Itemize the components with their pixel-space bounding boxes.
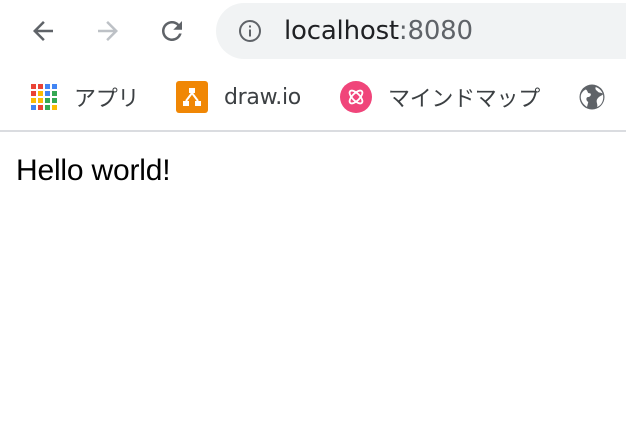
bookmark-mindmap[interactable]: マインドマップ	[340, 81, 540, 113]
arrow-left-icon	[33, 21, 53, 41]
arrow-right-icon	[98, 21, 118, 41]
mindmap-icon	[340, 81, 372, 113]
address-bar[interactable]: localhost:8080	[216, 3, 626, 59]
bookmark-drawio[interactable]: draw.io	[176, 81, 301, 113]
url-host: localhost	[284, 16, 399, 46]
bookmark-apps[interactable]: アプリ	[30, 81, 139, 113]
globe-icon	[579, 84, 605, 110]
bookmark-label: マインドマップ	[388, 87, 540, 112]
bookmark-label: draw.io	[224, 84, 301, 110]
drawio-icon	[176, 81, 208, 113]
bookmark-label: アプリ	[74, 87, 140, 112]
url-port: :8080	[398, 16, 473, 46]
forward-button[interactable]	[88, 11, 128, 51]
reload-icon	[162, 21, 182, 41]
browser-toolbar: localhost:8080	[0, 0, 626, 63]
bookmark-globe[interactable]	[577, 81, 607, 113]
apps-grid-icon	[30, 83, 58, 111]
back-button[interactable]	[23, 11, 63, 51]
bookmarks-bar: アプリ draw.io マインドマップ	[0, 63, 626, 132]
info-icon[interactable]	[238, 19, 262, 43]
page-content-text: Hello world!	[16, 154, 171, 187]
url-text[interactable]: localhost:8080	[284, 17, 473, 45]
reload-button[interactable]	[152, 11, 192, 51]
browser-window: localhost:8080 アプリ draw.io マインドマップ Hello…	[0, 0, 626, 423]
